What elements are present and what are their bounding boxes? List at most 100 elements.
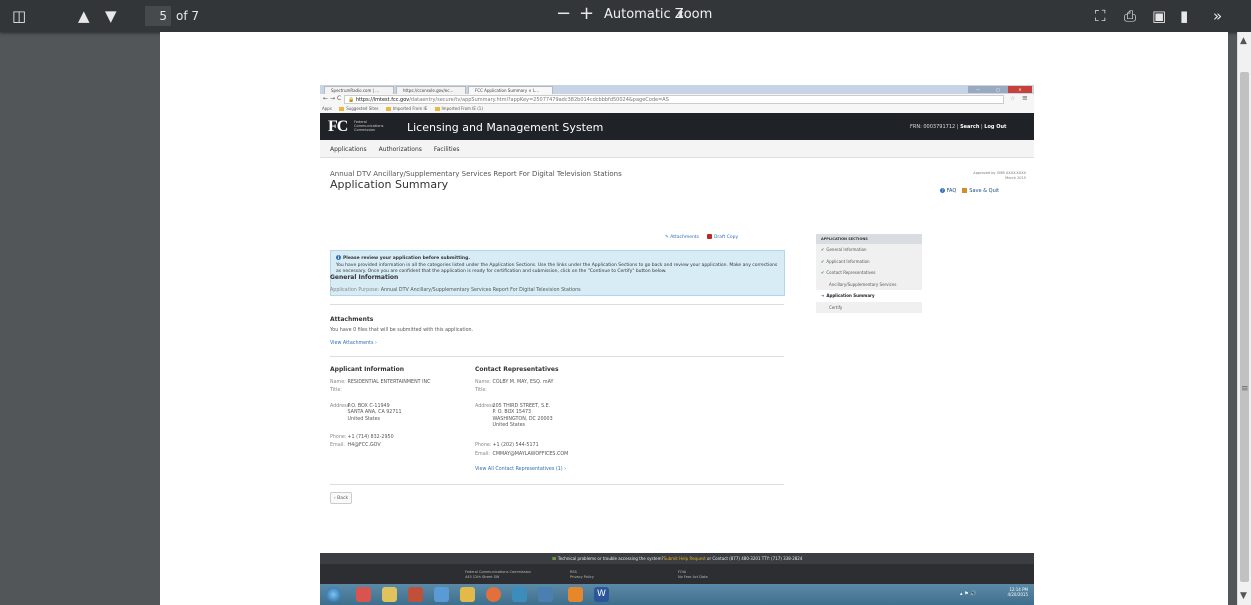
system-title: Licensing and Management System <box>407 121 604 134</box>
folder-icon <box>385 107 391 111</box>
footer-privacy-link[interactable]: Privacy Policy <box>570 575 594 579</box>
scrollbar-thumb[interactable] <box>1240 72 1249 582</box>
faq-link[interactable]: FAQ <box>947 188 957 194</box>
download-icon[interactable]: ▣ <box>1152 7 1166 25</box>
attachments-text: You have 0 files that will be submitted … <box>330 328 474 333</box>
scroll-down-arrow-icon[interactable]: ▼ <box>1240 591 1247 601</box>
close-window-icon[interactable]: ✕ <box>1008 86 1032 93</box>
footer-rss-link[interactable]: RSS <box>570 570 577 574</box>
check-icon: ✔ <box>821 258 825 264</box>
header-user-links: FRN: 0003791712 | Search | Log Out <box>910 124 1007 130</box>
taskbar-clock[interactable]: 12:14 PM 4/20/2015 <box>996 587 1028 597</box>
section-ancillary-services[interactable]: Ancillary/Supplementary Services <box>816 279 922 291</box>
omb-approval: Approved by OMB XXXX-XXXX March 2015 <box>930 171 1026 181</box>
page-title: Application Summary <box>330 178 449 191</box>
back-button[interactable]: ‹ Back <box>330 492 352 504</box>
section-certify[interactable]: Certify <box>816 302 922 314</box>
nav-applications[interactable]: Applications <box>330 146 367 153</box>
section-applicant-information[interactable]: ✔ Applicant Information <box>816 256 922 268</box>
taskbar-app-icon[interactable] <box>512 587 527 602</box>
help-bar: ☎ Technical problems or trouble accessin… <box>320 553 1034 564</box>
page-count: of 7 <box>176 9 200 23</box>
folder-icon <box>434 107 440 111</box>
taskbar-app-icon[interactable] <box>434 587 449 602</box>
view-all-contacts-link[interactable]: View All Contact Representatives (1) › <box>475 467 566 473</box>
minimize-icon[interactable]: — <box>968 86 988 93</box>
footer-fcc-name[interactable]: Federal Communications Commission <box>465 570 531 574</box>
clock-date: 4/20/2015 <box>1007 592 1028 597</box>
url-field[interactable]: 🔒 https://lmtest.fcc.gov/dataentry/secur… <box>344 95 1004 104</box>
address-bar-row: ← → C 🔒 https://lmtest.fcc.gov/dataentry… <box>320 94 1034 105</box>
taskbar-app-icon[interactable] <box>460 587 475 602</box>
browser-tab[interactable]: SpectrumRadio.com | ... <box>324 86 394 94</box>
section-general-information[interactable]: ✔ General Information <box>816 244 922 256</box>
contact-title: Title: <box>475 388 487 393</box>
bookmark-icon[interactable]: ▮ <box>1180 7 1188 25</box>
previous-page-icon[interactable]: ▲ <box>78 7 90 25</box>
main-content: Annual DTV Ancillary/Supplementary Servi… <box>320 158 1034 553</box>
contact-address: Address: 205 THIRD STREET, S.E. P. O. BO… <box>475 404 553 429</box>
save-quit-link[interactable]: Save & Quit <box>969 188 999 194</box>
scroll-up-arrow-icon[interactable]: ▲ <box>1240 36 1247 46</box>
bookmark-imported-ie-1[interactable]: Imported From IE (1) <box>434 106 483 111</box>
maximize-icon[interactable]: □ <box>988 86 1008 93</box>
footer-col-fcc: Federal Communications Commission 445 12t… <box>465 570 531 580</box>
zoom-select[interactable]: Automatic Zoom <box>604 7 712 22</box>
nav-authorizations[interactable]: Authorizations <box>379 146 422 153</box>
footer-foia-link[interactable]: FOIA <box>678 570 686 574</box>
footer-nofear-link[interactable]: No Fear Act Data <box>678 575 708 579</box>
attachments-link[interactable]: Attachments <box>670 235 699 240</box>
sidebar-toggle-icon[interactable]: ◫ <box>12 7 26 25</box>
taskbar-outlook-icon[interactable] <box>568 587 583 602</box>
nav-facilities[interactable]: Facilities <box>434 146 460 153</box>
zoom-out-button[interactable]: − <box>556 5 571 23</box>
browser-tab[interactable]: https://cconsole.gov/ec... <box>396 86 466 94</box>
taskbar-explorer-icon[interactable] <box>382 587 397 602</box>
check-icon: ✔ <box>821 270 825 275</box>
view-attachments-link[interactable]: View Attachments › <box>330 341 377 347</box>
draft-copy-link[interactable]: Draft Copy <box>714 235 738 240</box>
taskbar-firefox-icon[interactable] <box>486 587 501 602</box>
bookmark-imported-ie[interactable]: Imported From IE <box>385 106 427 111</box>
taskbar-app-icon[interactable] <box>356 587 371 602</box>
taskbar-word-icon[interactable]: W <box>594 587 609 602</box>
start-button-icon[interactable] <box>326 587 341 602</box>
main-nav: Applications Authorizations Facilities <box>320 140 1034 158</box>
section-contact-representatives[interactable]: ✔ Contact Representatives <box>816 267 922 279</box>
presentation-mode-icon[interactable]: ⛶ <box>1095 7 1106 25</box>
bookmark-apps[interactable]: Apps <box>322 106 332 111</box>
windows-taskbar: W ▴ ⚑ 🔊 12:14 PM 4/20/2015 <box>320 584 1034 605</box>
help-contact: or Contact (877) 480-3201 TTY: (717) 338… <box>705 556 803 561</box>
divider <box>330 484 784 485</box>
viewer-scrollbar[interactable]: ▲ ▼ <box>1237 32 1251 605</box>
submit-help-link[interactable]: Submit Help Request <box>664 556 706 561</box>
zoom-in-button[interactable]: + <box>579 5 594 23</box>
print-icon[interactable]: ⎙ <box>1124 7 1136 25</box>
applicant-name: Name: RESIDENTIAL ENTERTAINMENT INC <box>330 380 431 385</box>
back-arrow-icon[interactable]: ← <box>323 95 328 102</box>
fcc-logo[interactable]: FC <box>328 118 348 136</box>
tools-menu-icon[interactable]: » <box>1213 7 1222 25</box>
section-application-summary[interactable]: ➜ Application Summary <box>816 290 922 302</box>
logout-link[interactable]: Log Out <box>984 124 1006 130</box>
forward-arrow-icon[interactable]: → <box>330 95 335 102</box>
browser-tab-active[interactable]: FCC Application Summary × L... <box>468 86 553 94</box>
page-number-input[interactable]: 5 <box>145 6 171 26</box>
reload-icon[interactable]: C <box>337 95 341 102</box>
zoom-select-arrow-icon[interactable]: ⬍ <box>676 8 685 21</box>
bookmark-suggested-sites[interactable]: Suggested Sites <box>339 106 379 111</box>
browser-menu-icon[interactable]: ≡ <box>1022 94 1028 102</box>
help-icon: ? <box>940 188 945 193</box>
applicant-address: Address: P.O. BOX C-11949 SANTA ANA, CA … <box>330 404 402 422</box>
search-link[interactable]: Search <box>960 124 979 130</box>
system-tray-icons[interactable]: ▴ ⚑ 🔊 <box>960 591 976 597</box>
star-icon[interactable]: ☆ <box>1010 95 1015 102</box>
taskbar-media-icon[interactable] <box>408 587 423 602</box>
help-links: ? FAQ Save & Quit <box>940 188 999 194</box>
divider <box>330 356 784 357</box>
site-header: FC Federal Communications Commission Lic… <box>320 113 1034 140</box>
document-links: ✎ Attachments Draft Copy <box>665 234 738 240</box>
taskbar-app-icon[interactable] <box>538 587 553 602</box>
info-icon: i <box>336 255 341 260</box>
next-page-icon[interactable]: ▼ <box>105 7 117 25</box>
